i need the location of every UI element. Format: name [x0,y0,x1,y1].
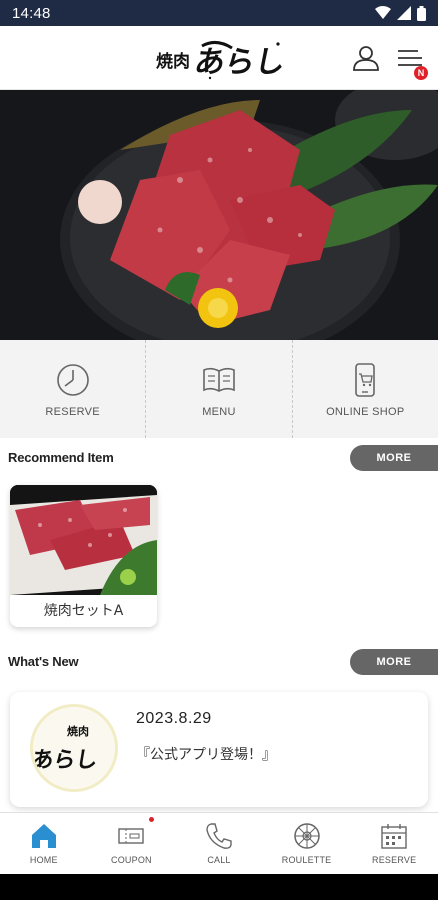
nav-reserve[interactable]: RESERVE [350,813,438,874]
bottom-navigation: HOME COUPON CALL ROULETTE RESERVE [0,812,438,874]
nav-reserve-label: RESERVE [372,855,417,865]
clock-icon [56,364,89,396]
wifi-icon [375,6,391,19]
battery-icon [417,5,426,21]
signal-icon [397,6,411,20]
home-icon [31,824,56,848]
nav-coupon-label: COUPON [111,855,152,865]
whats-new-title: What's New [8,654,79,669]
nav-call[interactable]: CALL [175,813,263,874]
system-navigation-bar [0,874,438,900]
quick-reserve-button[interactable]: RESERVE [0,340,145,438]
status-time: 14:48 [12,4,51,22]
svg-text:焼肉: 焼肉 [156,51,190,72]
status-icons [375,5,426,21]
phone-cart-icon [355,363,376,397]
coupon-notification-dot [148,817,154,822]
recommend-more-button[interactable]: MORE [350,445,438,471]
user-icon[interactable] [350,42,382,74]
svg-text:焼肉: 焼肉 [67,724,89,738]
whats-new-section-header: What's New MORE [0,647,438,677]
news-logo-graphic: 焼肉 あらし [33,707,115,789]
svg-text:あらし: あらし [192,45,288,80]
roulette-icon [293,823,320,849]
news-item-card[interactable]: 焼肉 あらし 2023.8.29 『公式アプリ登場！』 [10,692,428,807]
coupon-icon [118,828,145,844]
nav-coupon[interactable]: COUPON [88,813,176,874]
news-item-text: 『公式アプリ登場！』 [136,747,276,763]
recommend-section-header: Recommend Item MORE [0,443,438,473]
whats-new-more-button[interactable]: MORE [350,649,438,675]
quick-reserve-label: RESERVE [45,406,100,418]
phone-icon [206,823,232,849]
recommend-title: Recommend Item [8,450,114,465]
quick-menu: RESERVE MENU ONLINE SHOP [0,340,438,438]
menu-notification-badge: N [414,66,428,80]
hero-wagyu-plate [0,90,438,340]
nav-roulette[interactable]: ROULETTE [263,813,351,874]
status-bar: 14:48 [0,0,438,26]
brand-logo-graphic: 焼肉 あらし [156,41,288,80]
nav-home-label: HOME [29,855,58,865]
app-header: 焼肉 あらし N [0,26,438,90]
calendar-icon [381,824,407,849]
nav-home[interactable]: HOME [0,813,88,874]
quick-menu-button[interactable]: MENU [145,340,291,438]
news-item-date: 2023.8.29 [136,710,212,727]
quick-online-shop-button[interactable]: ONLINE SHOP [291,340,438,438]
brand-logo[interactable]: 焼肉 あらし [150,34,290,82]
nav-roulette-label: ROULETTE [281,855,332,865]
nav-call-label: CALL [207,855,231,865]
news-item-thumbnail: 焼肉 あらし [30,704,118,792]
quick-online-shop-label: ONLINE SHOP [326,406,405,418]
recommend-item-label: 焼肉セットA [43,603,124,619]
hero-image [0,90,438,340]
recommend-item-card[interactable]: 焼肉セットA [10,485,157,627]
quick-menu-label: MENU [202,406,236,418]
book-icon [203,367,235,392]
recommend-item-image [10,485,157,595]
svg-text:あらし: あらし [33,747,99,773]
